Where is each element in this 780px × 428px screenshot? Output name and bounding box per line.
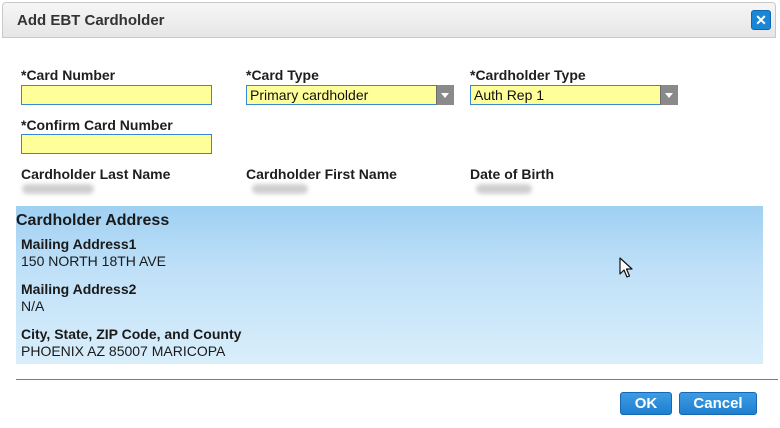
chevron-down-icon[interactable]	[436, 85, 454, 105]
mailing-address2-value: N/A	[21, 298, 45, 314]
ok-button[interactable]: OK	[620, 392, 672, 415]
cardholder-address-panel: Cardholder Address Mailing Address1 150 …	[16, 206, 763, 364]
mouse-pointer-icon	[619, 257, 633, 284]
cardholder-type-label: *Cardholder Type	[470, 67, 586, 83]
city-state-zip-label: City, State, ZIP Code, and County	[21, 326, 242, 342]
cardholder-type-value: Auth Rep 1	[474, 87, 545, 103]
dialog-titlebar: Add EBT Cardholder ✕	[2, 2, 776, 38]
card-type-select[interactable]: Primary cardholder	[246, 85, 454, 105]
confirm-card-number-input[interactable]	[21, 134, 212, 154]
mailing-address2-label: Mailing Address2	[21, 281, 137, 297]
footer-divider	[16, 379, 778, 380]
dob-label: Date of Birth	[470, 166, 554, 182]
close-icon: ✕	[755, 12, 767, 28]
city-state-zip-value: PHOENIX AZ 85007 MARICOPA	[21, 343, 226, 359]
address-section-title: Cardholder Address	[16, 212, 170, 229]
dob-value-redacted	[476, 184, 532, 194]
card-number-label: *Card Number	[21, 67, 116, 83]
card-number-input[interactable]	[21, 85, 212, 105]
close-button[interactable]: ✕	[751, 10, 771, 30]
cardholder-type-select[interactable]: Auth Rep 1	[470, 85, 678, 105]
mailing-address1-value: 150 NORTH 18TH AVE	[21, 253, 166, 269]
chevron-down-icon[interactable]	[660, 85, 678, 105]
confirm-card-number-label: *Confirm Card Number	[21, 117, 173, 133]
first-name-label: Cardholder First Name	[246, 166, 397, 182]
dialog-title: Add EBT Cardholder	[17, 12, 165, 29]
card-type-label: *Card Type	[246, 67, 319, 83]
mailing-address1-label: Mailing Address1	[21, 236, 137, 252]
last-name-value-redacted	[22, 184, 94, 194]
card-type-value: Primary cardholder	[250, 87, 369, 103]
cancel-button[interactable]: Cancel	[679, 392, 757, 415]
first-name-value-redacted	[252, 184, 308, 194]
last-name-label: Cardholder Last Name	[21, 166, 171, 182]
